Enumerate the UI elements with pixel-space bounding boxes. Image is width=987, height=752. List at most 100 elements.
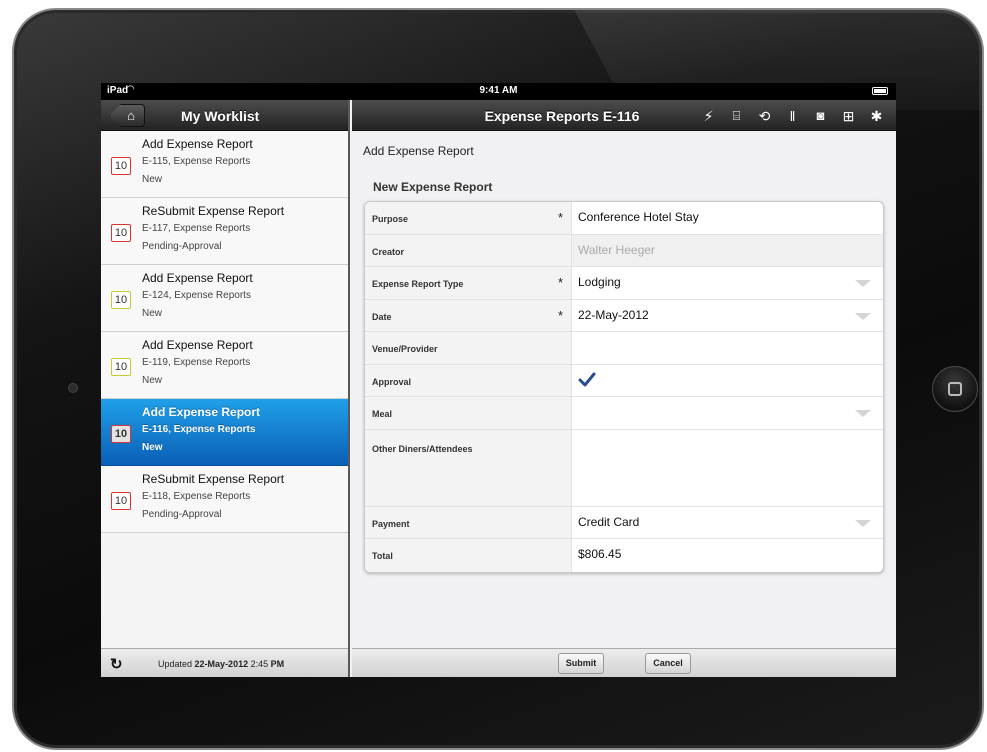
venue-row[interactable]: Venue/Provider — [365, 332, 883, 365]
purpose-label: Purpose — [372, 214, 409, 224]
dropdown-arrow-icon[interactable] — [855, 280, 871, 287]
worklist-item-title: ReSubmit Expense Report — [142, 204, 285, 218]
payment-row[interactable]: Payment Credit Card — [365, 506, 883, 539]
home-button[interactable] — [932, 366, 978, 412]
worklist-title: My Worklist — [181, 108, 260, 124]
worklist-item-title: Add Expense Report — [142, 338, 253, 352]
document-icon[interactable]: ⌸ — [725, 106, 748, 126]
worklist-item-e117[interactable]: 10 ReSubmit Expense Report E-117, Expens… — [101, 198, 348, 265]
label-cell — [365, 539, 572, 572]
payment-select[interactable]: Credit Card — [578, 515, 639, 529]
status-bar: iPad ◠ 9:41 AM — [101, 83, 896, 100]
worklist-item-subtitle: E-115, Expense Reports — [142, 156, 251, 167]
worklist-item-e118[interactable]: 10 ReSubmit Expense Report E-118, Expens… — [101, 466, 348, 533]
flash-icon[interactable]: ⚡︎ — [697, 106, 720, 126]
worklist-item-status: New — [142, 174, 163, 185]
camera-icon[interactable]: ◙ — [809, 106, 832, 126]
worklist-item-subtitle: E-117, Expense Reports — [142, 223, 251, 234]
worklist-toolbar: ⌂ My Worklist — [101, 100, 348, 131]
label-cell — [365, 397, 572, 429]
cancel-button[interactable]: Cancel — [645, 653, 691, 674]
required-marker: * — [558, 307, 564, 323]
screen: iPad ◠ 9:41 AM ⌂ My Worklist 10 Add Expe… — [101, 83, 896, 677]
home-nav-button[interactable]: ⌂ — [109, 104, 145, 127]
priority-badge: 10 — [111, 157, 131, 175]
detail-toolbar: Expense Reports E-116 ⚡︎ ⌸ ⟲ ‖ ◙ ⊞ ✱ — [352, 100, 896, 131]
type-select[interactable]: Lodging — [578, 275, 621, 289]
worklist-item-title: Add Expense Report — [142, 271, 253, 285]
section-title: New Expense Report — [373, 180, 493, 194]
add-page-icon[interactable]: ⊞ — [837, 106, 860, 126]
detail-pane: Expense Reports E-116 ⚡︎ ⌸ ⟲ ‖ ◙ ⊞ ✱ Add… — [352, 100, 896, 677]
worklist-item-e116[interactable]: 10 Add Expense Report E-116, Expense Rep… — [101, 399, 348, 466]
priority-badge: 10 — [111, 224, 131, 242]
paperclip-icon[interactable]: ‖ — [781, 106, 804, 126]
battery-icon — [872, 87, 888, 95]
approval-row[interactable]: Approval — [365, 364, 883, 397]
approval-label: Approval — [372, 376, 412, 387]
creator-row: Creator Walter Heeger — [365, 234, 883, 267]
priority-badge: 10 — [111, 425, 131, 443]
expense-form: Purpose * Conference Hotel Stay Creator … — [364, 201, 884, 573]
worklist-item-title: Add Expense Report — [142, 405, 261, 419]
label-cell — [365, 429, 572, 506]
worklist-item-subtitle: E-118, Expense Reports — [142, 491, 251, 502]
updated-time: 2:45 — [250, 659, 269, 669]
updated-ampm: PM — [270, 659, 285, 669]
payment-label: Payment — [372, 518, 410, 529]
form-footer: Submit Cancel — [352, 648, 896, 677]
worklist-item-e115[interactable]: 10 Add Expense Report E-115, Expense Rep… — [101, 131, 348, 198]
worklist-item-status: New — [142, 442, 163, 453]
worklist-item-e119[interactable]: 10 Add Expense Report E-119, Expense Rep… — [101, 332, 348, 399]
breadcrumb: Add Expense Report — [363, 144, 474, 158]
front-camera — [68, 383, 78, 393]
worklist-item-subtitle: E-119, Expense Reports — [142, 357, 251, 368]
total-label: Total — [372, 551, 393, 561]
updated-date: 22-May-2012 — [194, 659, 249, 669]
worklist-footer: ↻ Updated 22-May-2012 2:45 PM — [101, 648, 348, 677]
submit-button[interactable]: Submit — [558, 653, 604, 674]
worklist-pane: ⌂ My Worklist 10 Add Expense Report E-11… — [101, 100, 350, 677]
required-marker: * — [558, 210, 564, 225]
venue-label: Venue/Provider — [372, 344, 438, 354]
worklist-item-e124[interactable]: 10 Add Expense Report E-124, Expense Rep… — [101, 265, 348, 332]
dropdown-arrow-icon[interactable] — [855, 312, 871, 320]
creator-label: Creator — [372, 246, 405, 257]
dropdown-arrow-icon[interactable] — [855, 410, 871, 417]
date-picker[interactable]: 22-May-2012 — [578, 308, 649, 322]
worklist-item-title: Add Expense Report — [142, 137, 253, 151]
worklist-item-subtitle: E-116, Expense Reports — [142, 424, 256, 435]
dropdown-arrow-icon[interactable] — [855, 519, 871, 527]
priority-badge: 10 — [111, 291, 131, 309]
meal-label: Meal — [372, 409, 393, 419]
type-label: Expense Report Type — [372, 279, 464, 289]
attendees-row[interactable]: Other Diners/Attendees — [365, 429, 883, 507]
worklist-item-status: Pending-Approval — [142, 509, 222, 520]
priority-badge: 10 — [111, 492, 131, 510]
priority-badge: 10 — [111, 358, 131, 376]
date-label: Date — [372, 311, 392, 322]
purpose-field[interactable]: Conference Hotel Stay — [578, 210, 699, 224]
worklist: 10 Add Expense Report E-115, Expense Rep… — [101, 131, 348, 533]
clock: 9:41 AM — [479, 85, 518, 96]
date-row[interactable]: Date * 22-May-2012 — [365, 299, 883, 332]
worklist-item-subtitle: E-124, Expense Reports — [142, 290, 251, 301]
history-icon[interactable]: ⟲ — [753, 106, 776, 126]
refresh-icon[interactable]: ↻ — [110, 655, 123, 673]
worklist-item-status: New — [142, 308, 163, 319]
purpose-row[interactable]: Purpose * Conference Hotel Stay — [365, 202, 883, 235]
home-icon: ⌂ — [127, 108, 135, 123]
creator-field: Walter Heeger — [578, 242, 655, 257]
checkmark-icon[interactable] — [578, 372, 596, 388]
total-row[interactable]: Total $806.45 — [365, 539, 883, 572]
required-marker: * — [558, 275, 564, 290]
type-row[interactable]: Expense Report Type * Lodging — [365, 267, 883, 300]
total-field[interactable]: $806.45 — [578, 547, 621, 561]
attendees-label: Other Diners/Attendees — [372, 443, 473, 454]
home-button-icon — [948, 382, 962, 396]
worklist-item-status: New — [142, 375, 163, 386]
meal-row[interactable]: Meal — [365, 397, 883, 430]
last-updated: Updated 22-May-2012 2:45 PM — [158, 659, 284, 669]
worklist-item-title: ReSubmit Expense Report — [142, 472, 285, 486]
gear-icon[interactable]: ✱ — [865, 106, 888, 126]
